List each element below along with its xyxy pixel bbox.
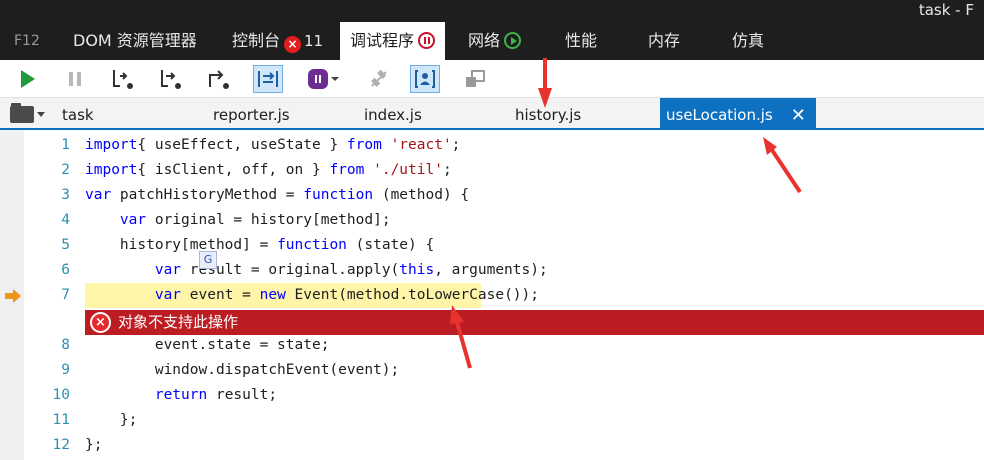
chevron-down-icon[interactable] [37,112,45,117]
code-line-4: 4 var original = history[method]; [0,208,984,233]
code-text: import{ useEffect, useState } from 'reac… [85,137,461,153]
step-over-button[interactable] [156,65,186,93]
just-my-code-button[interactable] [410,65,440,93]
code-line-8: 8 event.state = state; [0,333,984,358]
close-icon[interactable]: ✕ [791,99,806,133]
continue-button[interactable] [13,65,43,93]
line-number: 6 [61,262,70,278]
exceptions-dropdown-button[interactable] [304,65,342,93]
code-text: return result; [154,387,278,403]
step-over-icon [161,70,181,89]
code-line-11: 11 }; [0,408,984,433]
code-text: }; [85,437,103,453]
code-line-1: 1 import{ useEffect, useState } from 'rea… [0,133,984,158]
line-number: 10 [52,387,70,403]
step-out-button[interactable] [204,65,234,93]
file-tab-uselocation[interactable]: useLocation.js ✕ [660,98,816,130]
file-tab-index[interactable]: index.js [364,98,422,128]
code-text: var result = original.apply(this, argume… [154,262,548,278]
tab-dom-explorer[interactable]: DOM 资源管理器 [73,22,197,60]
exception-bar: × 对象不支持此操作 [85,310,984,335]
execution-pointer-icon [5,289,21,303]
recording-icon [504,32,522,49]
step-into-icon [113,70,133,89]
line-number: 8 [61,337,70,353]
code-text: history[method] = function (state) { [85,237,435,253]
file-tab-history[interactable]: history.js [515,98,581,128]
code-text: window.dispatchEvent(event); [85,362,400,378]
tab-memory[interactable]: 内存 [648,22,680,60]
screens-icon [466,70,485,87]
exception-message: 对象不支持此操作 [118,313,239,331]
tab-network[interactable]: 网络 [468,22,522,60]
exception-pause-icon [307,69,328,89]
console-error-count: 11 [304,32,324,50]
line-number: 1 [61,137,70,153]
tab-network-label: 网络 [468,31,501,50]
error-icon: × [284,36,302,53]
code-text: var original = history[method]; [119,212,391,228]
folder-icon[interactable] [10,103,34,123]
step-out-icon [209,70,229,89]
code-line-3: 3 var patchHistoryMethod = function (meth… [0,183,984,208]
translate-icon[interactable]: G [199,251,217,269]
code-text: var event = new Event(method.toLowerCase… [154,287,539,303]
title-bar: task - F [0,0,984,22]
line-number: 3 [61,187,70,203]
code-text: event.state = state; [85,337,330,353]
code-line-9: 9 window.dispatchEvent(event); [0,358,984,383]
tab-f12: F12 [14,33,40,49]
code-line-5: 5 history[method] = function (state) { [0,233,984,258]
tab-debugger[interactable]: 调试程序 [340,22,446,60]
file-tab-uselocation-label: useLocation.js [666,106,773,124]
line-number: 12 [52,437,70,453]
chevron-down-icon [330,77,339,81]
tab-debugger-label: 调试程序 [350,31,415,50]
tab-performance[interactable]: 性能 [565,22,597,60]
code-text: import{ isClient, off, on } from './util… [85,162,452,178]
pause-icon [69,72,81,86]
paused-icon [418,32,436,49]
devtools-tabstrip: F12 DOM 资源管理器 控制台 × 11 调试程序 网络 性能 内存 仿真 [0,22,984,60]
line-number: 5 [61,237,70,253]
code-text: var patchHistoryMethod = function (metho… [85,187,470,203]
disable-breakpoints-button[interactable] [364,65,394,93]
code-text: }; [85,412,138,428]
code-line-2: 2 import{ isClient, off, on } from './uti… [0,158,984,183]
file-tab-reporter[interactable]: reporter.js [213,98,290,128]
code-line-12: 12}; [0,433,984,458]
debugger-toolbar [0,60,984,98]
line-number: 4 [61,212,70,228]
pretty-print-button[interactable] [460,65,490,93]
brackets-icon [258,71,278,87]
code-line-10: 10 return result; [0,383,984,408]
step-into-button[interactable] [108,65,138,93]
line-number: 2 [61,162,70,178]
break-button[interactable] [60,65,90,93]
window-title: task - F [918,1,974,19]
file-tabs: task reporter.js index.js history.js use… [0,98,984,130]
play-icon [21,70,35,88]
tab-console[interactable]: 控制台 × 11 [232,22,323,60]
line-number: 7 [61,287,70,303]
tab-emulation[interactable]: 仿真 [732,22,764,60]
break-on-new-worker-button[interactable] [253,65,283,93]
code-line-7: 7 var event = new Event(method.toLowerCa… [0,283,984,308]
code-line-6: 6 var result = original.apply(this, argu… [0,258,984,283]
tab-console-label: 控制台 [232,31,281,50]
user-code-icon [415,70,435,88]
line-number: 9 [61,362,70,378]
line-number: 11 [52,412,70,428]
disconnect-icon [371,69,387,87]
file-tab-task[interactable]: task [62,98,94,128]
code-editor[interactable]: 1 import{ useEffect, useState } from 'rea… [0,130,984,460]
error-icon: × [90,312,111,333]
